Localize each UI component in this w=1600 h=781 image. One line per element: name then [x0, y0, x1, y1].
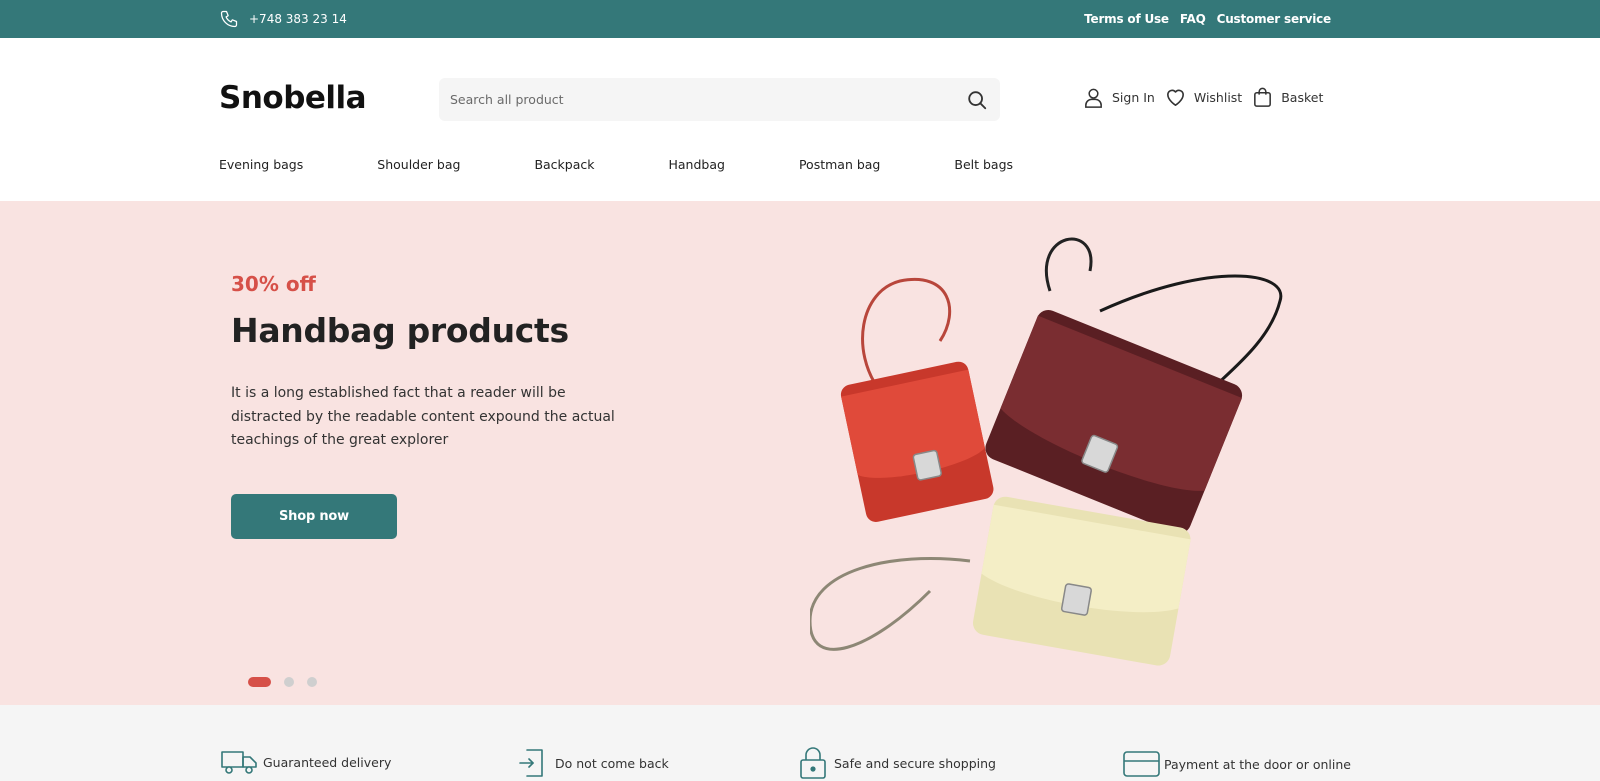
feature-label: Safe and secure shopping: [834, 755, 996, 771]
shopping-bag-icon: [1254, 87, 1272, 107]
phone-icon: [220, 10, 238, 28]
slider-dot-1[interactable]: [248, 677, 271, 687]
top-links: Terms of Use FAQ Customer service: [1084, 0, 1331, 38]
heart-icon: [1166, 89, 1184, 106]
hero-promo: 30% off: [231, 272, 316, 296]
feature-payment: Payment at the door or online: [1123, 751, 1351, 777]
basket-button[interactable]: Basket: [1251, 86, 1323, 109]
search-icon: [968, 90, 987, 109]
user-icon: [1085, 88, 1102, 108]
category-evening-bags[interactable]: Evening bags: [219, 157, 303, 177]
lock-icon: [800, 747, 826, 779]
search-button[interactable]: [954, 78, 1000, 121]
slider-dot-2[interactable]: [284, 677, 294, 687]
truck-icon: [221, 751, 257, 774]
feature-label: Guaranteed delivery: [263, 754, 392, 770]
faq-link[interactable]: FAQ: [1180, 12, 1206, 26]
credit-card-icon: [1123, 751, 1160, 777]
wishlist-label: Wishlist: [1193, 90, 1243, 105]
slider-dots: [248, 677, 317, 687]
logo[interactable]: Snobella: [219, 80, 367, 116]
return-icon: [519, 749, 543, 777]
user-actions: Sign In Wishlist Basket: [1082, 86, 1332, 109]
top-bar: +748 383 23 14 Terms of Use FAQ Customer…: [0, 0, 1600, 38]
category-handbag[interactable]: Handbag: [669, 157, 725, 177]
category-postman-bag[interactable]: Postman bag: [799, 157, 880, 177]
feature-safe-shopping: Safe and secure shopping: [800, 747, 996, 779]
category-belt-bags[interactable]: Belt bags: [954, 157, 1013, 177]
feature-do-not-come-back: Do not come back: [519, 749, 669, 777]
hero-title: Handbag products: [231, 311, 569, 350]
category-shoulder-bag[interactable]: Shoulder bag: [377, 157, 460, 177]
features-strip: Guaranteed delivery Do not come back Saf…: [0, 705, 1600, 781]
phone-contact[interactable]: +748 383 23 14: [219, 0, 347, 38]
shop-now-button[interactable]: Shop now: [231, 494, 397, 539]
slider-dot-3[interactable]: [307, 677, 317, 687]
phone-number: +748 383 23 14: [249, 12, 347, 26]
search-bar: [439, 78, 1000, 121]
feature-label: Do not come back: [555, 755, 669, 771]
terms-of-use-link[interactable]: Terms of Use: [1084, 12, 1169, 26]
hero-banner: 30% off Handbag products It is a long es…: [0, 201, 1600, 705]
handbags-image: [810, 237, 1283, 666]
customer-service-link[interactable]: Customer service: [1217, 12, 1332, 26]
feature-guaranteed-delivery: Guaranteed delivery: [221, 749, 391, 775]
wishlist-button[interactable]: Wishlist: [1164, 86, 1242, 109]
search-input[interactable]: [439, 92, 954, 107]
hero-description: It is a long established fact that a rea…: [231, 385, 615, 448]
sign-in-label: Sign In: [1112, 90, 1155, 105]
sign-in-button[interactable]: Sign In: [1082, 86, 1155, 109]
basket-label: Basket: [1281, 90, 1324, 105]
category-backpack[interactable]: Backpack: [534, 157, 594, 177]
feature-label: Payment at the door or online: [1164, 756, 1351, 772]
category-nav: Evening bags Shoulder bag Backpack Handb…: [219, 157, 1013, 177]
